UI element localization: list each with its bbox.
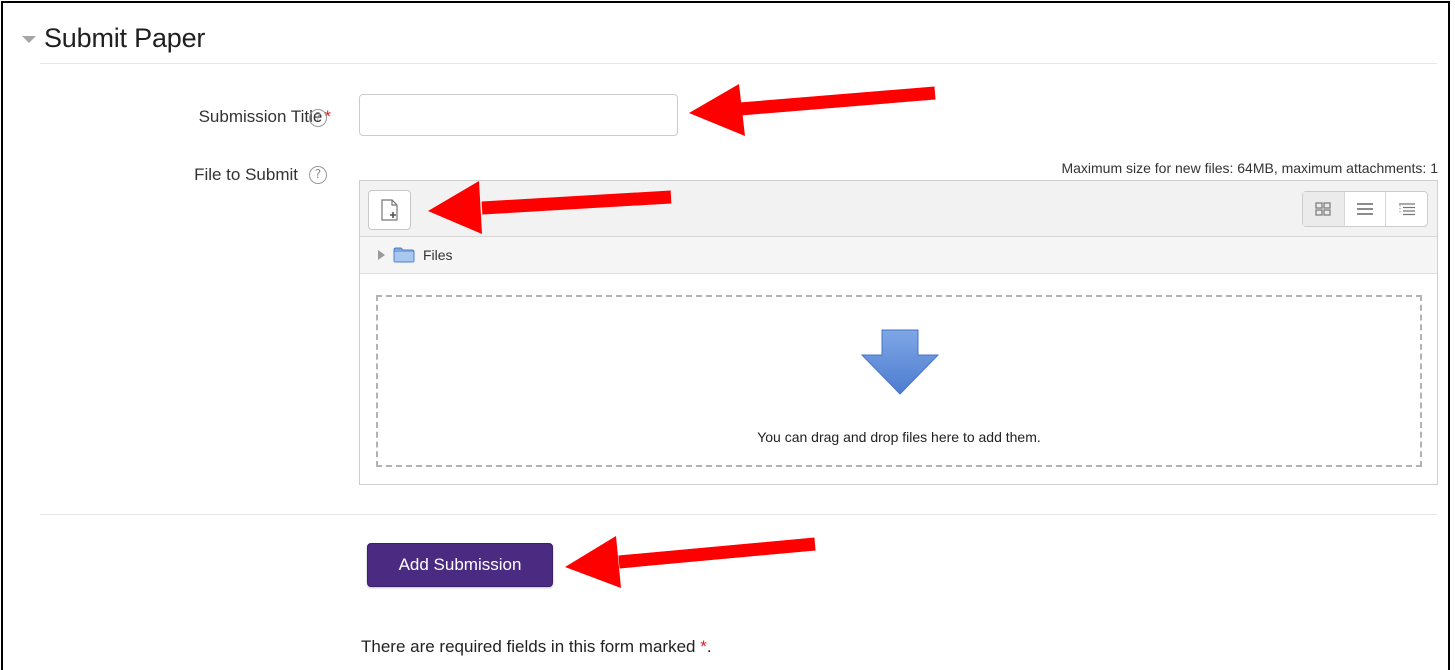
help-icon[interactable]: ? [309, 166, 327, 184]
icons-view-button[interactable] [1303, 192, 1345, 226]
expand-triangle-icon[interactable] [378, 250, 385, 260]
required-note-end: . [706, 637, 712, 656]
tree-view-button[interactable] [1386, 192, 1427, 226]
list-view-icon [1357, 203, 1373, 215]
add-file-button[interactable] [368, 190, 411, 230]
form-divider [40, 514, 1437, 515]
tree-view-icon [1398, 203, 1415, 216]
max-size-info: Maximum size for new files: 64MB, maximu… [1061, 160, 1438, 176]
add-file-icon [380, 199, 398, 221]
view-mode-group [1302, 191, 1428, 227]
file-to-submit-label: File to Submit [194, 165, 298, 184]
drop-zone[interactable]: You can drag and drop files here to add … [376, 295, 1422, 467]
file-manager-toolbar [360, 181, 1437, 237]
required-fields-note: There are required fields in this form m… [361, 637, 712, 657]
file-path-bar: Files [360, 237, 1437, 274]
file-manager: Files You can drag and drop files here t… [359, 180, 1438, 485]
drop-arrow-icon [860, 329, 940, 395]
section-title: Submit Paper [44, 22, 206, 53]
list-view-button[interactable] [1345, 192, 1387, 226]
submission-title-input[interactable] [359, 94, 678, 136]
files-path-label[interactable]: Files [423, 247, 453, 263]
icons-view-icon [1315, 202, 1331, 216]
required-note-text: There are required fields in this form m… [361, 637, 701, 656]
collapse-triangle-icon[interactable] [22, 35, 36, 43]
submission-title-label-text: Submission Title [198, 107, 323, 126]
required-star: * [700, 637, 707, 656]
drop-zone-text: You can drag and drop files here to add … [757, 429, 1041, 445]
add-submission-button[interactable]: Add Submission [367, 543, 553, 587]
section-divider [40, 63, 1437, 64]
help-icon[interactable]: ? [309, 109, 327, 127]
folder-icon [393, 247, 415, 263]
section-header[interactable]: Submit Paper [22, 18, 205, 58]
